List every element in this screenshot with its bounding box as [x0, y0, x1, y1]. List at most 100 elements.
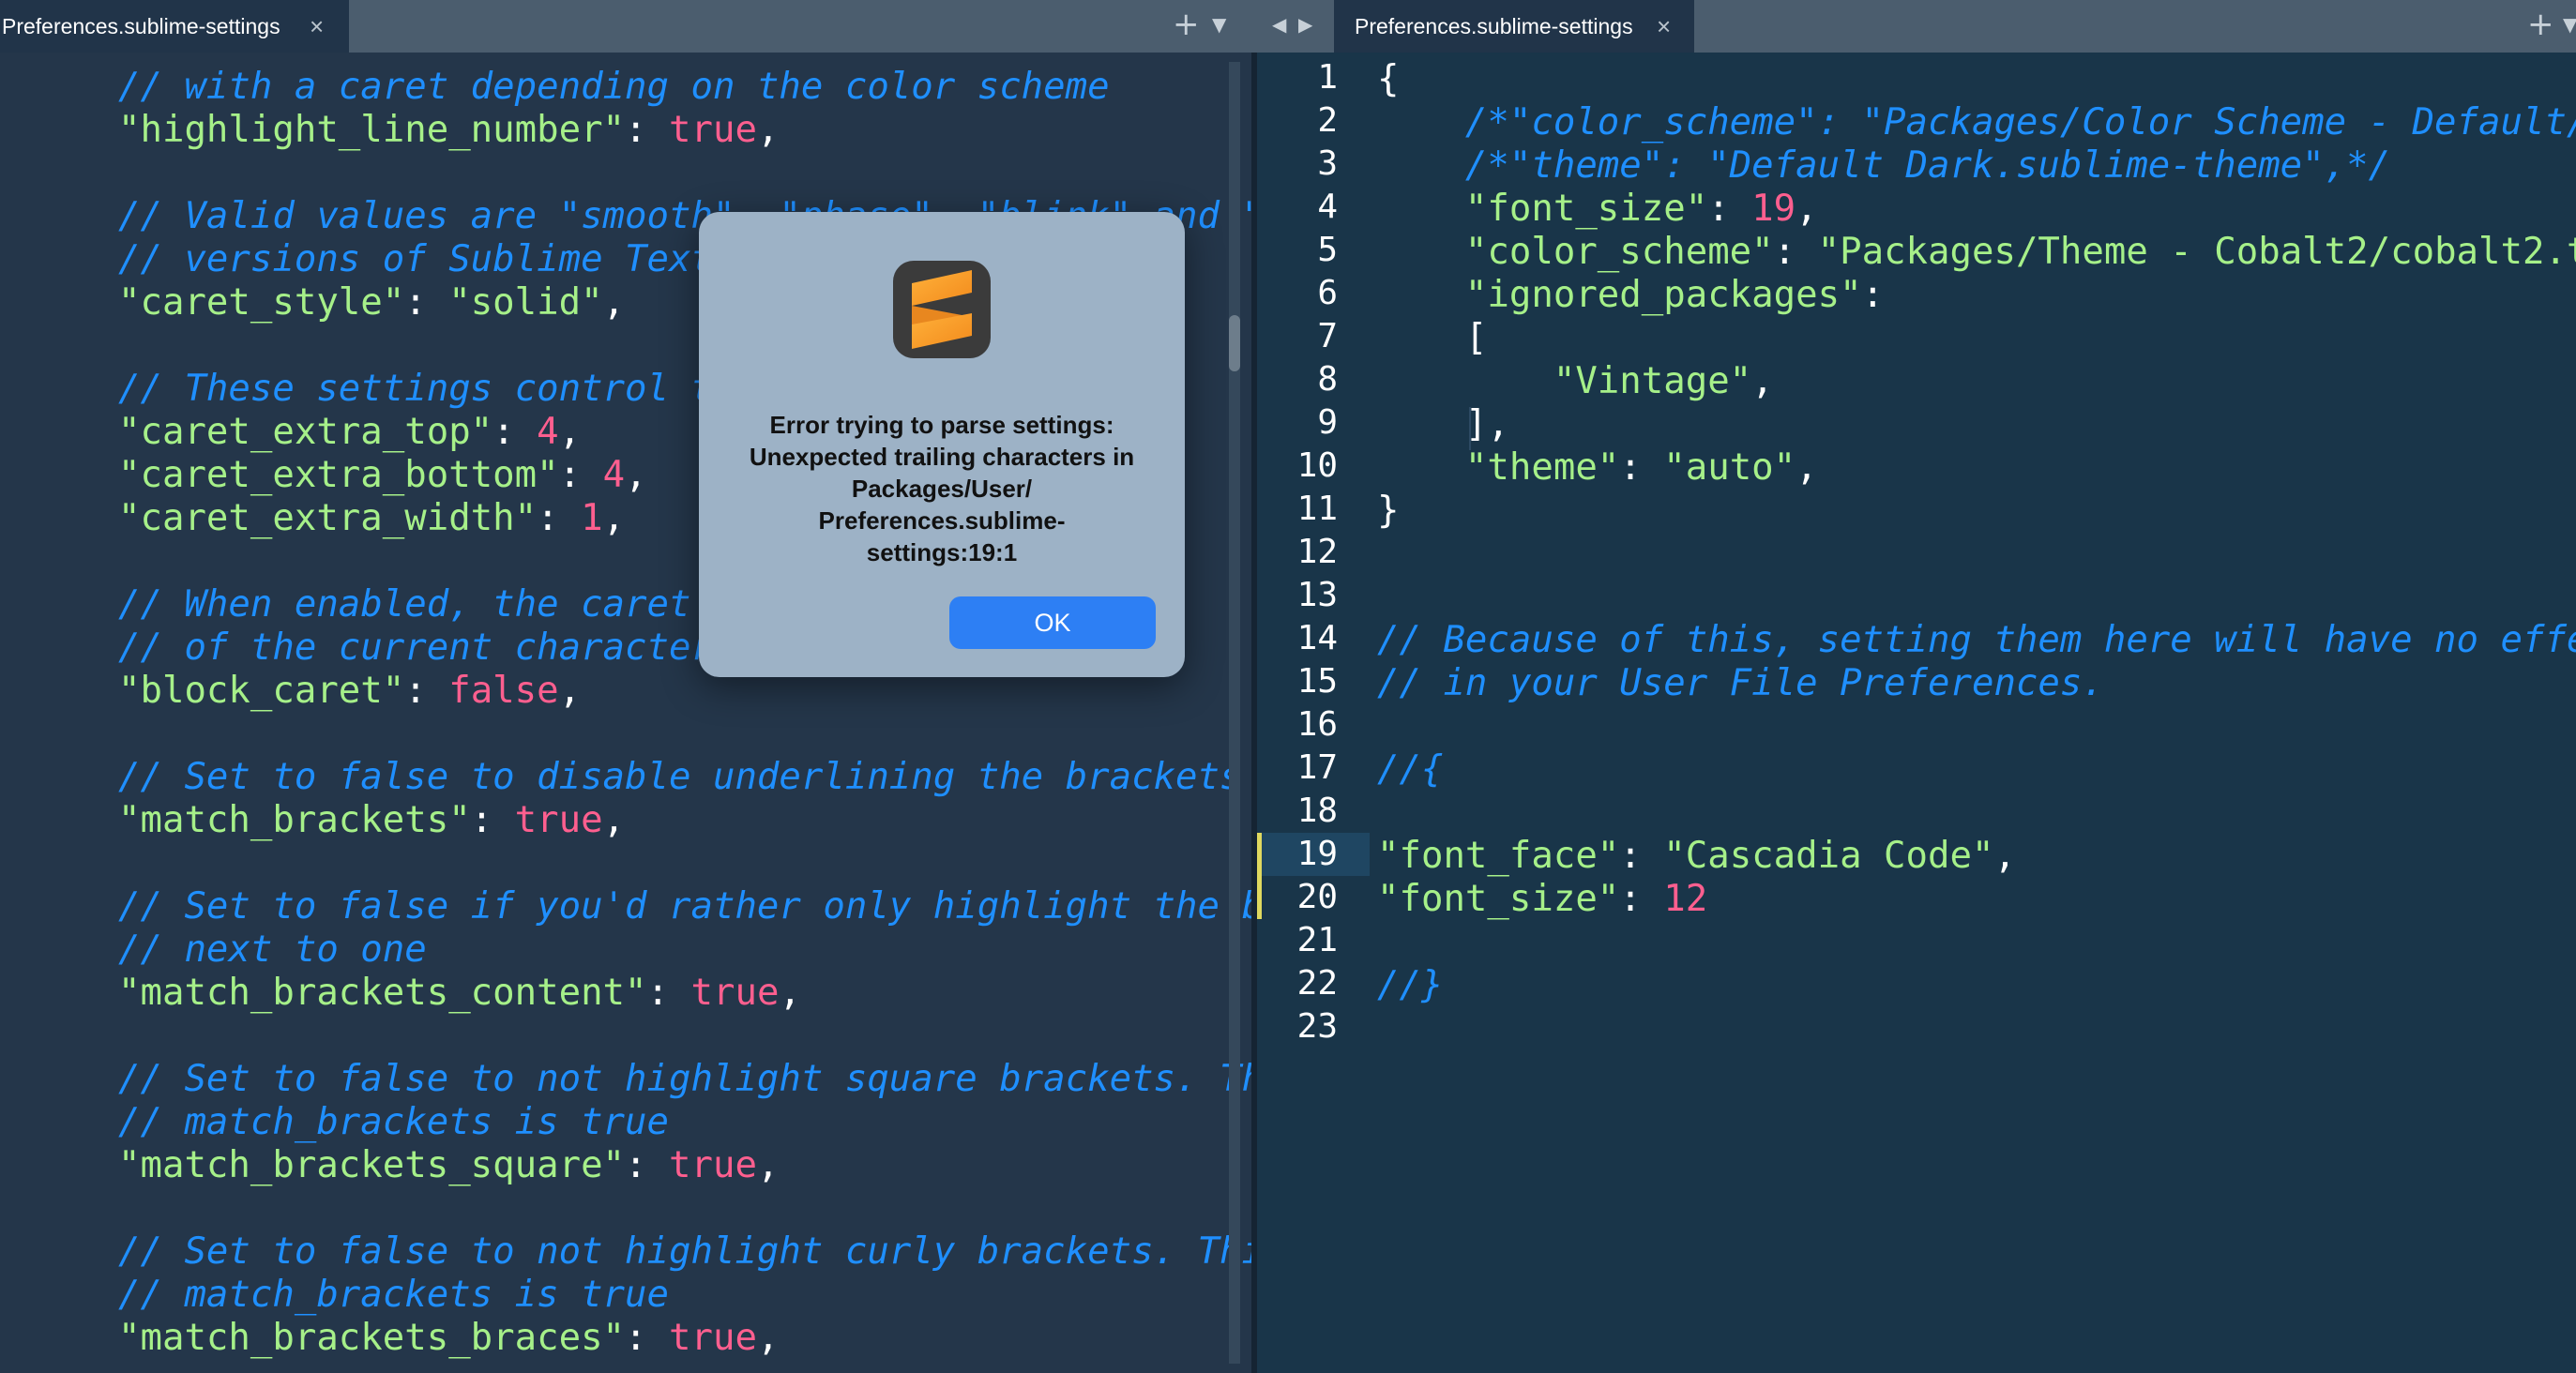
- left-tab-menu-chevron-icon[interactable]: ▼: [1212, 13, 1226, 36]
- right-code-token: [1377, 144, 1465, 187]
- line-number: 6: [1317, 274, 1338, 312]
- left-code-token: 4: [537, 411, 559, 453]
- left-code-token: "match_brackets_content": [118, 972, 647, 1014]
- line-number: 3: [1317, 144, 1338, 183]
- left-code-token: // match_brackets is true: [118, 1101, 669, 1143]
- right-code-line: [1377, 705, 2576, 748]
- left-code-token: "match_brackets_braces": [118, 1317, 626, 1359]
- right-code-line: [1377, 921, 2576, 964]
- left-code-token: ,: [756, 109, 780, 151]
- right-code-line: [1377, 533, 2576, 576]
- left-code-token: :: [537, 497, 582, 539]
- right-code-token: 12: [1663, 878, 1708, 920]
- left-code-token: :: [558, 454, 603, 496]
- left-code-token: true: [669, 109, 757, 151]
- right-code-line: //}: [1377, 964, 2576, 1007]
- left-code-token: :: [404, 670, 449, 712]
- left-code-token: // These settings control t: [118, 368, 713, 410]
- left-code-line: [118, 152, 1251, 195]
- line-number: 20: [1296, 878, 1338, 916]
- error-message-line1: Error trying to parse settings:: [769, 411, 1114, 439]
- line-number: 13: [1296, 576, 1338, 614]
- line-number: 21: [1296, 921, 1338, 959]
- left-code-line: // match_brackets is true: [118, 1101, 1251, 1144]
- left-code-token: true: [690, 972, 780, 1014]
- right-code-line: }: [1377, 490, 2576, 533]
- left-code-token: // Set to false to not highlight square …: [118, 1058, 1251, 1100]
- right-tab-title: Preferences.sublime-settings: [1355, 13, 1633, 38]
- left-new-tab-plus-icon[interactable]: +: [1173, 6, 1200, 43]
- right-code-token: [1377, 231, 1465, 273]
- left-code-token: :: [492, 411, 538, 453]
- left-code-token: "block_caret": [118, 670, 405, 712]
- left-scrollbar-thumb[interactable]: [1229, 315, 1240, 371]
- left-code-token: "solid": [448, 281, 603, 324]
- left-code-line: // Set to false to not highlight square …: [118, 1058, 1251, 1101]
- left-code-line: [118, 1015, 1251, 1058]
- left-code-token: "match_brackets": [118, 799, 471, 841]
- left-code-token: // Set to false if you'd rather only hig…: [118, 885, 1251, 928]
- left-code-line: // with a caret depending on the color s…: [118, 66, 1251, 109]
- left-tab-title: Preferences.sublime-settings: [2, 13, 280, 38]
- left-code-token: "caret_extra_width": [118, 497, 538, 539]
- right-code-token: [1377, 446, 1465, 489]
- right-new-tab-plus-icon[interactable]: +: [2527, 6, 2554, 43]
- line-number: 5: [1317, 231, 1338, 269]
- right-code-token: ],: [1377, 403, 1509, 445]
- left-code-token: // When enabled, the caret: [118, 583, 691, 626]
- left-code-token: // with a caret depending on the color s…: [118, 66, 1110, 108]
- left-tab-close-icon[interactable]: ×: [310, 12, 324, 41]
- right-editor-pane[interactable]: 1 2 3 4 5 6 7 8 9 10 11 12 13 14 15 16 17 18 19 20 21 22 23 { …: [1257, 53, 2576, 1373]
- tab-nav-right-icon[interactable]: ▶: [1298, 13, 1312, 36]
- right-code-token: "Packages/Theme - Cobalt2/cobalt2.tm: [1817, 231, 2576, 273]
- left-code-line: // Set to false if you'd rather only hig…: [118, 885, 1251, 928]
- left-code-token: false: [448, 670, 559, 712]
- right-code-line: "Vintage",: [1377, 360, 2576, 403]
- right-code-token: // Because of this, setting them here wi…: [1377, 619, 2576, 661]
- right-code-token: ,: [1993, 835, 2016, 877]
- right-code-token: "Cascadia Code": [1663, 835, 1994, 877]
- left-vertical-scrollbar[interactable]: [1229, 62, 1240, 1364]
- right-code-token: {: [1377, 58, 1400, 100]
- error-message-line4: Preferences.sublime-: [818, 506, 1066, 535]
- left-code-line: "match_brackets_braces": true,: [118, 1317, 1251, 1360]
- right-code-line: /*"theme": "Default Dark.sublime-theme",…: [1377, 144, 2576, 188]
- right-code-area[interactable]: { /*"color_scheme": "Packages/Color Sche…: [1377, 58, 2576, 1050]
- left-code-token: ,: [602, 497, 626, 539]
- right-tab-close-icon[interactable]: ×: [1657, 12, 1671, 41]
- left-code-token: // next to one: [118, 928, 427, 971]
- sublime-text-app-icon: [893, 261, 991, 358]
- left-code-line: "match_brackets": true,: [118, 799, 1251, 842]
- right-code-token: "font_face": [1377, 835, 1620, 877]
- left-code-token: "caret_extra_top": [118, 411, 493, 453]
- left-editor-tab[interactable]: Preferences.sublime-settings ×: [0, 0, 349, 53]
- left-code-token: true: [669, 1317, 757, 1359]
- left-code-token: true: [514, 799, 603, 841]
- line-number: 23: [1296, 1007, 1338, 1046]
- right-code-line: "ignored_packages":: [1377, 274, 2576, 317]
- left-code-line: [118, 842, 1251, 885]
- right-code-line: "color_scheme": "Packages/Theme - Cobalt…: [1377, 231, 2576, 274]
- left-code-token: ,: [779, 972, 801, 1014]
- ok-button[interactable]: OK: [949, 596, 1156, 649]
- line-number: 2: [1317, 101, 1338, 140]
- right-code-line: [: [1377, 317, 2576, 360]
- right-code-token: [1377, 360, 1553, 402]
- right-code-token: // in your User File Preferences.: [1377, 662, 2104, 704]
- line-number: 19: [1296, 835, 1338, 873]
- left-code-token: 4: [602, 454, 626, 496]
- right-editor-tab[interactable]: Preferences.sublime-settings ×: [1334, 0, 1694, 53]
- right-code-token: /*"color_scheme": "Packages/Color Scheme…: [1464, 101, 2576, 143]
- right-code-token: [1377, 101, 1465, 143]
- right-tab-menu-chevron-icon[interactable]: ▼: [2563, 13, 2576, 36]
- left-code-line: "highlight_line_number": true,: [118, 109, 1251, 152]
- left-code-token: ,: [625, 454, 647, 496]
- left-code-token: // Set to false to not highlight curly b…: [118, 1230, 1251, 1273]
- right-code-token: [: [1377, 317, 1488, 359]
- tab-nav-left-icon[interactable]: ◀: [1272, 13, 1286, 36]
- left-code-line: "match_brackets_square": true,: [118, 1144, 1251, 1187]
- right-code-token: [1377, 188, 1465, 230]
- left-code-line: "match_brackets_content": true,: [118, 972, 1251, 1015]
- error-message-line5: settings:19:1: [866, 538, 1018, 566]
- right-code-token: ,: [1751, 360, 1774, 402]
